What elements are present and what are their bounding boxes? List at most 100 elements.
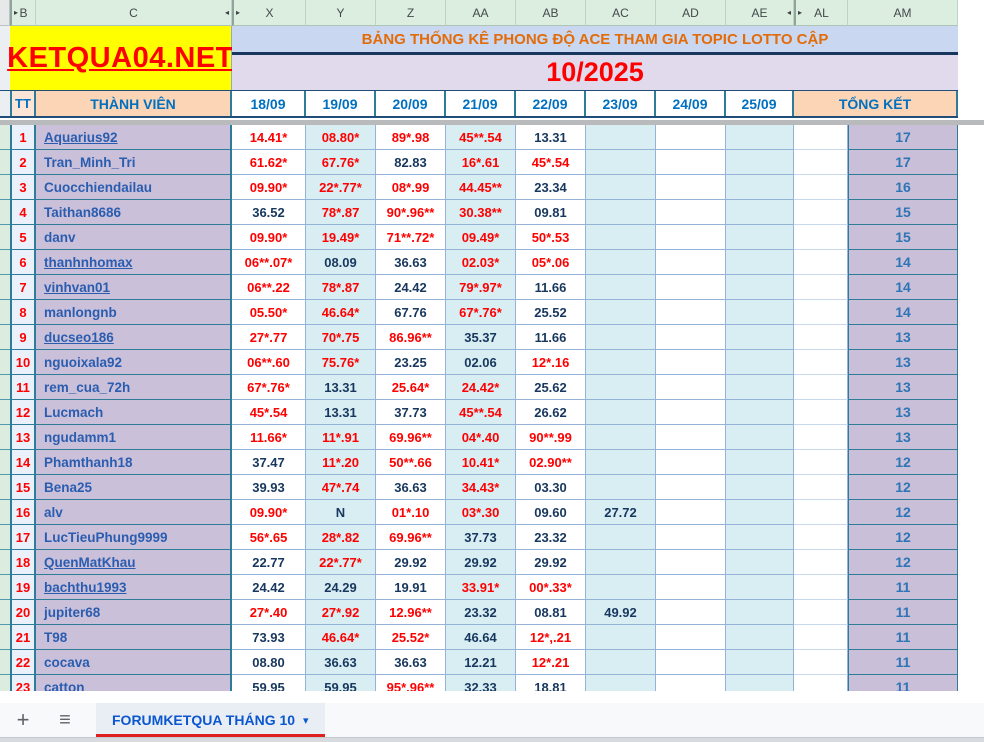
value-cell[interactable] <box>656 525 726 550</box>
value-cell[interactable]: 29.92 <box>376 550 446 575</box>
value-cell[interactable]: 27*.77 <box>232 325 306 350</box>
value-cell[interactable]: 27*.40 <box>232 600 306 625</box>
value-cell[interactable] <box>726 425 794 450</box>
value-cell[interactable]: 29.92 <box>446 550 516 575</box>
value-cell[interactable]: 67*.76* <box>232 375 306 400</box>
value-cell[interactable]: 36.63 <box>376 250 446 275</box>
row-number-cell[interactable]: 1 <box>10 125 36 150</box>
total-cell[interactable]: 13 <box>848 425 958 450</box>
value-cell[interactable] <box>586 125 656 150</box>
value-cell[interactable]: 90**.99 <box>516 425 586 450</box>
member-name-cell[interactable]: Aquarius92 <box>36 125 232 150</box>
value-cell[interactable]: 28*.82 <box>306 525 376 550</box>
value-cell[interactable] <box>586 550 656 575</box>
header-date-18-09[interactable]: 18/09 <box>232 91 306 116</box>
spacer-cell[interactable] <box>794 125 848 150</box>
value-cell[interactable] <box>656 625 726 650</box>
spacer-cell[interactable] <box>794 300 848 325</box>
value-cell[interactable] <box>656 150 726 175</box>
row-number-cell[interactable]: 18 <box>10 550 36 575</box>
value-cell[interactable] <box>656 400 726 425</box>
value-cell[interactable]: 09.90* <box>232 225 306 250</box>
value-cell[interactable] <box>656 575 726 600</box>
column-header-AM[interactable]: AM <box>848 0 958 26</box>
value-cell[interactable]: 01*.10 <box>376 500 446 525</box>
member-name-cell[interactable]: ngudamm1 <box>36 425 232 450</box>
column-header-AD[interactable]: AD <box>656 0 726 26</box>
value-cell[interactable]: 45**.54 <box>446 400 516 425</box>
total-cell[interactable]: 15 <box>848 225 958 250</box>
value-cell[interactable]: 67.76* <box>306 150 376 175</box>
hidden-columns-arrow-icon[interactable]: ◂ <box>225 8 229 17</box>
value-cell[interactable]: 02.03* <box>446 250 516 275</box>
value-cell[interactable]: 86.96** <box>376 325 446 350</box>
header-date-23-09[interactable]: 23/09 <box>586 91 656 116</box>
column-header-Z[interactable]: Z <box>376 0 446 26</box>
value-cell[interactable]: 45*.54 <box>232 400 306 425</box>
value-cell[interactable]: 00*.33* <box>516 575 586 600</box>
spacer-cell[interactable] <box>794 250 848 275</box>
value-cell[interactable] <box>726 350 794 375</box>
value-cell[interactable]: 78*.87 <box>306 200 376 225</box>
value-cell[interactable]: 22*.77* <box>306 175 376 200</box>
value-cell[interactable]: 67.76 <box>376 300 446 325</box>
value-cell[interactable]: 50*.53 <box>516 225 586 250</box>
value-cell[interactable]: 56*.65 <box>232 525 306 550</box>
value-cell[interactable]: 45**.54 <box>446 125 516 150</box>
value-cell[interactable]: 23.32 <box>446 600 516 625</box>
value-cell[interactable]: 82.83 <box>376 150 446 175</box>
value-cell[interactable] <box>726 200 794 225</box>
value-cell[interactable]: 34.43* <box>446 475 516 500</box>
column-header-AC[interactable]: AC <box>586 0 656 26</box>
member-name-cell[interactable]: Tran_Minh_Tri <box>36 150 232 175</box>
spacer-cell[interactable] <box>794 275 848 300</box>
value-cell[interactable] <box>726 125 794 150</box>
value-cell[interactable]: 14.41* <box>232 125 306 150</box>
value-cell[interactable]: 47*.74 <box>306 475 376 500</box>
value-cell[interactable]: 36.63 <box>376 475 446 500</box>
member-name-cell[interactable]: rem_cua_72h <box>36 375 232 400</box>
value-cell[interactable]: 22*.77* <box>306 550 376 575</box>
value-cell[interactable] <box>726 275 794 300</box>
row-number-cell[interactable]: 15 <box>10 475 36 500</box>
total-cell[interactable]: 17 <box>848 125 958 150</box>
value-cell[interactable] <box>656 250 726 275</box>
member-name-cell[interactable]: QuenMatKhau <box>36 550 232 575</box>
header-date-19-09[interactable]: 19/09 <box>306 91 376 116</box>
value-cell[interactable]: 73.93 <box>232 625 306 650</box>
column-header-X[interactable]: X▸ <box>232 0 306 26</box>
member-name-cell[interactable]: alv <box>36 500 232 525</box>
total-cell[interactable]: 14 <box>848 300 958 325</box>
spacer-cell[interactable] <box>794 625 848 650</box>
header-date-25-09[interactable]: 25/09 <box>726 91 794 116</box>
value-cell[interactable] <box>656 225 726 250</box>
value-cell[interactable]: 46.64* <box>306 625 376 650</box>
row-number-cell[interactable]: 9 <box>10 325 36 350</box>
row-number-cell[interactable]: 11 <box>10 375 36 400</box>
total-cell[interactable]: 12 <box>848 475 958 500</box>
value-cell[interactable]: 36.52 <box>232 200 306 225</box>
total-cell[interactable]: 12 <box>848 550 958 575</box>
value-cell[interactable] <box>586 675 656 691</box>
total-cell[interactable]: 12 <box>848 500 958 525</box>
value-cell[interactable] <box>726 600 794 625</box>
value-cell[interactable] <box>586 350 656 375</box>
value-cell[interactable]: 06**.22 <box>232 275 306 300</box>
header-date-20-09[interactable]: 20/09 <box>376 91 446 116</box>
value-cell[interactable]: 04*.40 <box>446 425 516 450</box>
value-cell[interactable]: 69.96** <box>376 525 446 550</box>
value-cell[interactable]: 06**.60 <box>232 350 306 375</box>
value-cell[interactable] <box>656 350 726 375</box>
value-cell[interactable] <box>656 500 726 525</box>
row-number-cell[interactable]: 17 <box>10 525 36 550</box>
month-cell[interactable]: 10/2025 <box>232 55 958 90</box>
header-date-22-09[interactable]: 22/09 <box>516 91 586 116</box>
value-cell[interactable]: 12*.16 <box>516 350 586 375</box>
row-number-cell[interactable]: 4 <box>10 200 36 225</box>
value-cell[interactable] <box>586 575 656 600</box>
member-link[interactable]: vinhvan01 <box>44 280 110 295</box>
member-name-cell[interactable]: Taithan8686 <box>36 200 232 225</box>
column-header-AA[interactable]: AA <box>446 0 516 26</box>
value-cell[interactable]: 25.62 <box>516 375 586 400</box>
value-cell[interactable]: 03*.30 <box>446 500 516 525</box>
